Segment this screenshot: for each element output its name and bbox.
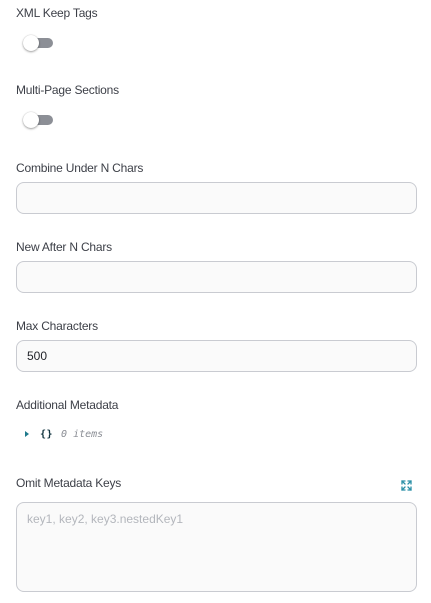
omit-metadata-keys-label: Omit Metadata Keys [16, 476, 122, 490]
combine-under-n-chars-input[interactable] [16, 182, 417, 214]
omit-metadata-keys-textarea[interactable] [16, 502, 417, 592]
multi-page-sections-toggle[interactable] [23, 112, 53, 128]
new-after-n-chars-input[interactable] [16, 261, 417, 293]
new-after-n-chars-label: New After N Chars [16, 240, 112, 254]
xml-keep-tags-label: XML Keep Tags [16, 6, 98, 20]
json-item-count: 0 items [61, 428, 104, 440]
xml-keep-tags-toggle[interactable] [23, 35, 53, 51]
multi-page-sections-label: Multi-Page Sections [16, 83, 119, 97]
additional-metadata-label: Additional Metadata [16, 398, 119, 412]
expand-icon[interactable] [401, 480, 412, 491]
additional-metadata-json-viewer[interactable]: {} 0 items [25, 427, 103, 441]
max-characters-label: Max Characters [16, 319, 98, 333]
combine-under-n-chars-label: Combine Under N Chars [16, 161, 144, 175]
max-characters-input[interactable] [16, 340, 417, 372]
toggle-thumb [23, 112, 39, 128]
json-object-braces: {} [40, 428, 54, 440]
toggle-thumb [23, 35, 39, 51]
caret-right-icon[interactable] [25, 431, 29, 437]
settings-panel: XML Keep Tags Multi-Page Sections Combin… [0, 0, 431, 603]
